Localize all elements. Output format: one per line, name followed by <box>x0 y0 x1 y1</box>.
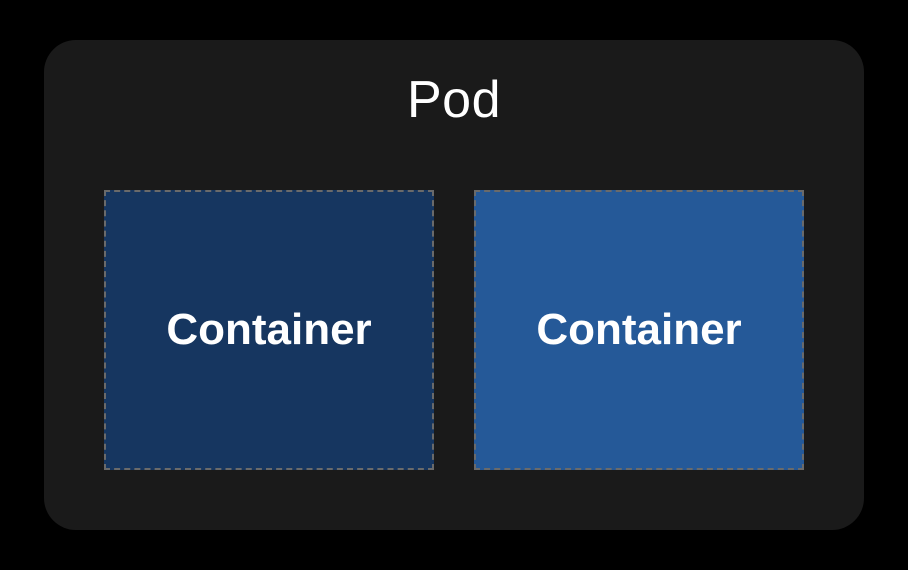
pod-title: Pod <box>104 70 804 130</box>
container-label: Container <box>536 305 741 355</box>
container-label: Container <box>166 305 371 355</box>
container-box: Container <box>104 190 434 470</box>
container-box: Container <box>474 190 804 470</box>
containers-row: Container Container <box>104 190 804 470</box>
pod-group: Pod Container Container <box>44 40 864 530</box>
